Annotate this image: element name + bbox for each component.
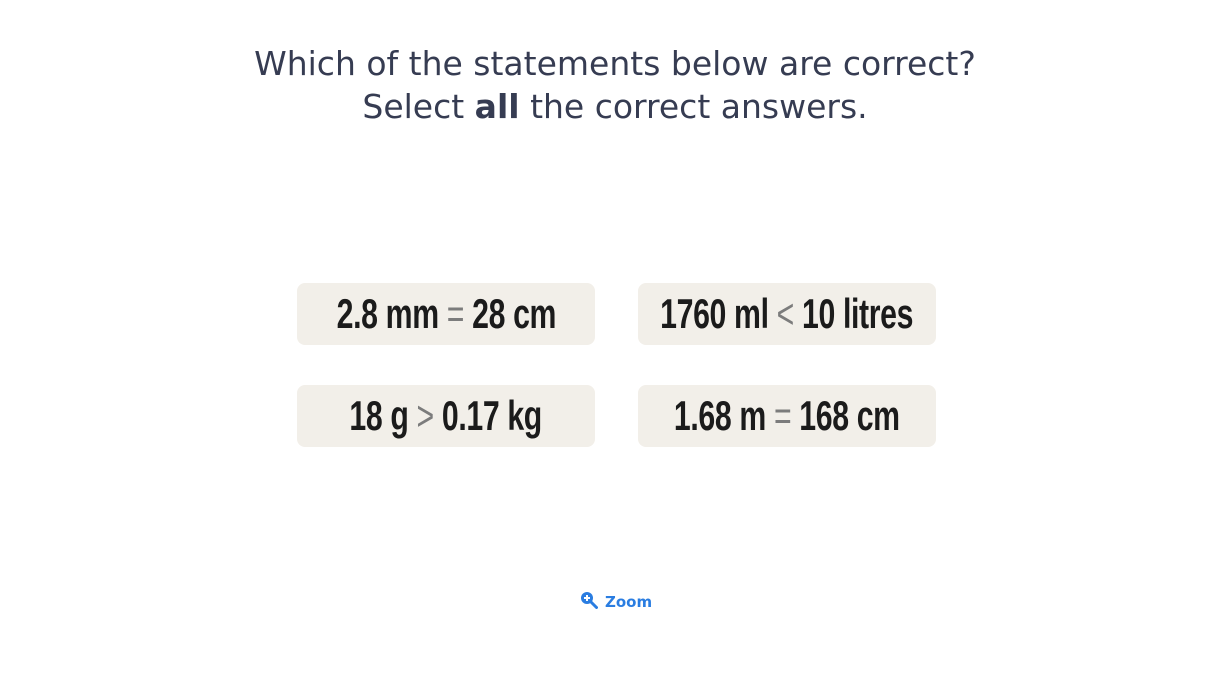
instruction-pre: Select: [362, 87, 475, 126]
question-title: Which of the statements below are correc…: [254, 44, 976, 83]
option-right: 0.17 kg: [442, 392, 543, 439]
option-left: 2.8 mm: [336, 290, 439, 337]
answer-option-3[interactable]: 18 g > 0.17 kg: [297, 385, 595, 447]
option-operator: >: [416, 392, 435, 439]
option-operator: =: [446, 290, 464, 337]
option-expression: 1760 ml < 10 litres: [661, 290, 914, 338]
option-expression: 18 g > 0.17 kg: [349, 392, 543, 440]
option-right: 10 litres: [802, 290, 914, 337]
option-expression: 1.68 m = 168 cm: [674, 392, 900, 440]
option-left: 1760 ml: [660, 290, 770, 337]
option-left: 18 g: [349, 392, 409, 439]
question-instruction: Select all the correct answers.: [0, 85, 1230, 129]
instruction-post: the correct answers.: [519, 87, 868, 126]
answer-option-2[interactable]: 1760 ml < 10 litres: [638, 283, 936, 345]
zoom-label: Zoom: [605, 593, 653, 611]
answer-option-1[interactable]: 2.8 mm = 28 cm: [297, 283, 595, 345]
zoom-button[interactable]: Zoom: [580, 591, 652, 613]
option-right: 28 cm: [471, 290, 556, 337]
option-operator: <: [777, 290, 795, 337]
zoom-in-icon: [580, 591, 598, 613]
answer-option-4[interactable]: 1.68 m = 168 cm: [638, 385, 936, 447]
option-operator: =: [774, 392, 792, 439]
option-left: 1.68 m: [674, 392, 767, 439]
instruction-bold: all: [474, 87, 520, 126]
option-expression: 2.8 mm = 28 cm: [336, 290, 556, 338]
option-right: 168 cm: [799, 392, 900, 439]
